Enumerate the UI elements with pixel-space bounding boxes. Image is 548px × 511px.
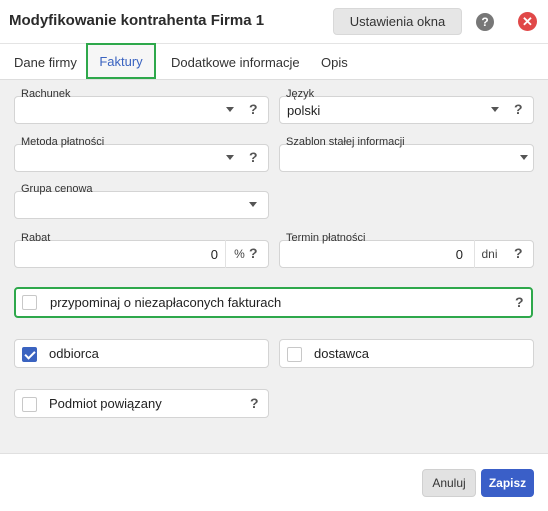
tab-opis[interactable]: Opis: [321, 44, 348, 80]
rabat-value: 0: [210, 247, 218, 262]
termin-platnosci-unit: dni: [474, 240, 504, 268]
help-icon[interactable]: ?: [476, 13, 494, 31]
help-icon[interactable]: ?: [514, 245, 523, 261]
chevron-down-icon[interactable]: [491, 107, 499, 112]
podmiot-powiazany-checkbox-row[interactable]: Podmiot powiązany ?: [14, 389, 269, 418]
help-icon[interactable]: ?: [249, 101, 258, 117]
tab-dane-firmy[interactable]: Dane firmy: [14, 44, 77, 80]
help-icon[interactable]: ?: [249, 245, 258, 261]
dostawca-label: dostawca: [314, 346, 369, 361]
window-title: Modyfikowanie kontrahenta Firma 1: [9, 12, 265, 29]
metoda-platnosci-label: Metoda płatności: [21, 136, 105, 148]
tab-bar: Dane firmy Faktury Dodatkowe informacje …: [0, 43, 548, 80]
tab-faktury[interactable]: Faktury: [86, 43, 156, 79]
podmiot-powiazany-label: Podmiot powiązany: [49, 396, 162, 411]
rachunek-field[interactable]: Rachunek ?: [14, 88, 269, 124]
help-icon[interactable]: ?: [249, 149, 258, 165]
jezyk-value: polski: [287, 103, 321, 118]
odbiorca-label: odbiorca: [49, 346, 99, 361]
przypominaj-label: przypominaj o niezapłaconych fakturach: [50, 295, 282, 310]
close-icon[interactable]: ✕: [518, 12, 537, 31]
jezyk-label: Język: [286, 88, 315, 100]
title-bar: Modyfikowanie kontrahenta Firma 1 Ustawi…: [0, 0, 548, 44]
cancel-button[interactable]: Anuluj: [422, 469, 476, 497]
szablon-field[interactable]: Szablon stałej informacji: [279, 136, 534, 172]
przypominaj-checkbox-row[interactable]: przypominaj o niezapłaconych fakturach ?: [14, 287, 533, 318]
help-icon[interactable]: ?: [250, 395, 259, 411]
szablon-select[interactable]: [279, 144, 534, 172]
help-icon[interactable]: ?: [514, 101, 523, 117]
chevron-down-icon[interactable]: [226, 155, 234, 160]
podmiot-powiazany-checkbox[interactable]: [22, 397, 37, 412]
rachunek-label: Rachunek: [21, 88, 71, 100]
grupa-cenowa-select[interactable]: [14, 191, 269, 219]
dostawca-checkbox[interactable]: [287, 347, 302, 362]
help-icon[interactable]: ?: [515, 294, 524, 310]
grupa-cenowa-label: Grupa cenowa: [21, 183, 93, 195]
termin-platnosci-label: Termin płatności: [286, 232, 366, 244]
odbiorca-checkbox-row[interactable]: odbiorca: [14, 339, 269, 368]
chevron-down-icon[interactable]: [226, 107, 234, 112]
chevron-down-icon[interactable]: [520, 155, 528, 160]
przypominaj-checkbox[interactable]: [22, 295, 37, 310]
chevron-down-icon[interactable]: [249, 202, 257, 207]
grupa-cenowa-field[interactable]: Grupa cenowa: [14, 183, 269, 219]
dostawca-checkbox-row[interactable]: dostawca: [279, 339, 534, 368]
termin-platnosci-value: 0: [455, 247, 463, 262]
termin-platnosci-field[interactable]: Termin płatności 0 dni ?: [279, 232, 534, 268]
save-button[interactable]: Zapisz: [481, 469, 534, 497]
odbiorca-checkbox[interactable]: [22, 347, 37, 362]
metoda-platnosci-field[interactable]: Metoda płatności ?: [14, 136, 269, 172]
rabat-label: Rabat: [21, 232, 51, 244]
tab-dodatkowe-informacje[interactable]: Dodatkowe informacje: [171, 44, 300, 80]
szablon-label: Szablon stałej informacji: [286, 136, 405, 148]
jezyk-field[interactable]: Język polski ?: [279, 88, 534, 124]
window-settings-button[interactable]: Ustawienia okna: [333, 8, 462, 35]
rabat-field[interactable]: Rabat 0 % ?: [14, 232, 269, 268]
